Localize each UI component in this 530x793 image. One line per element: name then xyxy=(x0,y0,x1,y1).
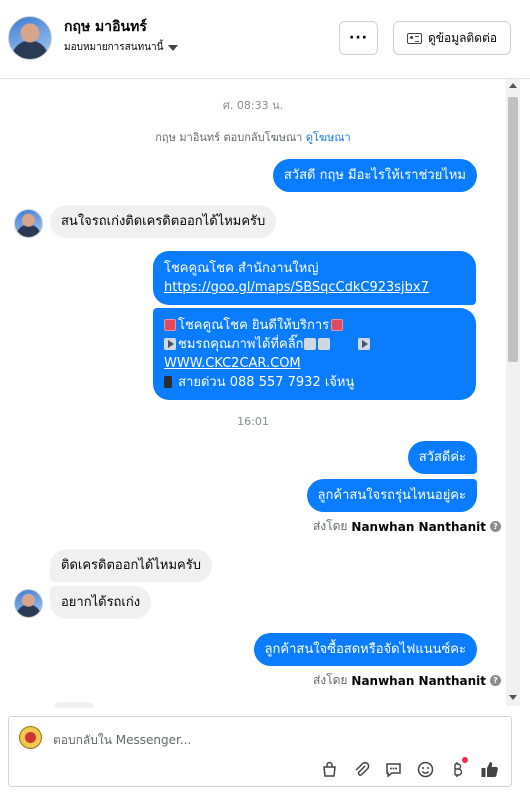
updown-emoji-icon xyxy=(317,338,330,350)
play-emoji-icon xyxy=(164,338,176,350)
avatar[interactable] xyxy=(8,16,52,60)
message-text: โชคคูณโชค ยินดีให้บริการ xyxy=(178,318,330,333)
help-icon[interactable]: ? xyxy=(490,675,501,686)
incoming-message: สนใจรถเก่งติดเครดิตออกได้ไหมครับ xyxy=(50,205,277,238)
sent-by-prefix: ส่งโดย xyxy=(312,673,348,687)
avatar xyxy=(14,589,43,618)
assign-label: มอบหมายการสนทนานี้ xyxy=(64,42,164,53)
timestamp: 16:01 xyxy=(237,415,269,428)
play-emoji-icon xyxy=(357,338,370,350)
emoji-icon xyxy=(331,319,344,331)
ad-reply-notice: กฤษ มาอินทร์ ตอบกลับโฆษณา ดูโฆษณา xyxy=(0,128,506,146)
outgoing-message: สวัสดีค่ะ xyxy=(407,441,477,474)
outgoing-message: ลูกค้าสนใจรถรุ่นไหนอยู่คะ xyxy=(306,479,477,512)
maps-link[interactable]: https://goo.gl/maps/SBSqcCdkC923sjbx7 xyxy=(164,280,429,295)
scrollbar-thumb[interactable] xyxy=(508,97,518,362)
conversation-header: กฤษ มาอินทร์ มอบหมายการสนทนานี้ ··· ดูข้… xyxy=(0,0,530,79)
caret-down-icon xyxy=(168,44,179,51)
contact-card-icon xyxy=(406,32,422,44)
scroll-down-icon[interactable] xyxy=(509,695,517,700)
messenger-conversation: กฤษ มาอินทร์ มอบหมายการสนทนานี้ ··· ดูข้… xyxy=(0,0,530,793)
like-icon[interactable] xyxy=(480,760,499,779)
reply-input[interactable]: ตอบกลับใน Messenger... xyxy=(53,731,191,750)
sent-by: ส่งโดย Nanwhan Nanthanit ? xyxy=(313,517,501,536)
paperclip-icon[interactable] xyxy=(352,760,371,779)
notification-dot xyxy=(462,757,468,763)
view-contact-button[interactable]: ดูข้อมูลติดต่อ xyxy=(393,21,511,55)
help-icon[interactable]: ? xyxy=(490,521,501,532)
outgoing-message: โชคคูณโชค ยินดีให้บริการ ชมรถคุณภาพได้ที… xyxy=(153,308,476,400)
sent-by-prefix: ส่งโดย xyxy=(312,519,348,533)
message-text: สายด่วน 088 557 7932 เจ้หนู xyxy=(178,375,355,390)
message-thread: ศ. 08:33 น. กฤษ มาอินทร์ ตอบกลับโฆษณา ดู… xyxy=(0,79,530,706)
outgoing-message: สวัสดี กฤษ มีอะไรให้เราช่วยไหม xyxy=(272,159,477,192)
incoming-message: อยากได้รถเก่ง xyxy=(50,586,152,619)
assign-dropdown[interactable]: มอบหมายการสนทนานี้ xyxy=(64,40,179,55)
composer-toolbar xyxy=(320,757,499,779)
shopping-bag-icon[interactable] xyxy=(320,760,339,779)
avatar xyxy=(14,209,43,238)
updown-emoji-icon xyxy=(303,338,316,350)
sender-name: Nanwhan Nanthanit xyxy=(351,673,486,688)
contact-name[interactable]: กฤษ มาอินทร์ xyxy=(64,16,147,38)
scrollbar[interactable] xyxy=(506,79,520,706)
sent-by: ส่งโดย Nanwhan Nanthanit ? xyxy=(313,671,501,690)
phone-emoji-icon xyxy=(164,376,172,388)
website-link[interactable]: WWW.CKC2CAR.COM xyxy=(164,356,301,371)
page-avatar xyxy=(19,726,42,749)
emoji-icon[interactable] xyxy=(416,760,435,779)
message-text: โชคคูณโชค สำนักงานใหญ่ xyxy=(164,261,319,276)
payment-icon[interactable] xyxy=(448,757,468,779)
sender-name: Nanwhan Nanthanit xyxy=(351,519,486,534)
outgoing-message: ลูกค้าสนใจซื้อสดหรือจัดไฟแนนซ์คะ xyxy=(253,633,477,666)
more-options-button[interactable]: ··· xyxy=(339,21,378,55)
view-contact-label: ดูข้อมูลติดต่อ xyxy=(427,30,498,45)
timestamp: ศ. 08:33 น. xyxy=(222,99,284,112)
incoming-message-partial xyxy=(54,702,94,708)
message-text: ชมรถคุณภาพได้ที่คลิ๊ก xyxy=(178,337,304,352)
emoji-icon xyxy=(164,319,176,331)
reply-composer: ตอบกลับใน Messenger... xyxy=(8,716,512,787)
ad-reply-text: กฤษ มาอินทร์ ตอบกลับโฆษณา xyxy=(155,131,303,144)
scroll-up-icon[interactable] xyxy=(509,83,517,88)
incoming-message: ติดเครดิตออกได้ไหมครับ xyxy=(50,549,212,582)
outgoing-message: โชคคูณโชค สำนักงานใหญ่ https://goo.gl/ma… xyxy=(153,251,476,305)
saved-replies-icon[interactable] xyxy=(384,760,403,779)
view-ad-link[interactable]: ดูโฆษณา xyxy=(306,131,351,144)
